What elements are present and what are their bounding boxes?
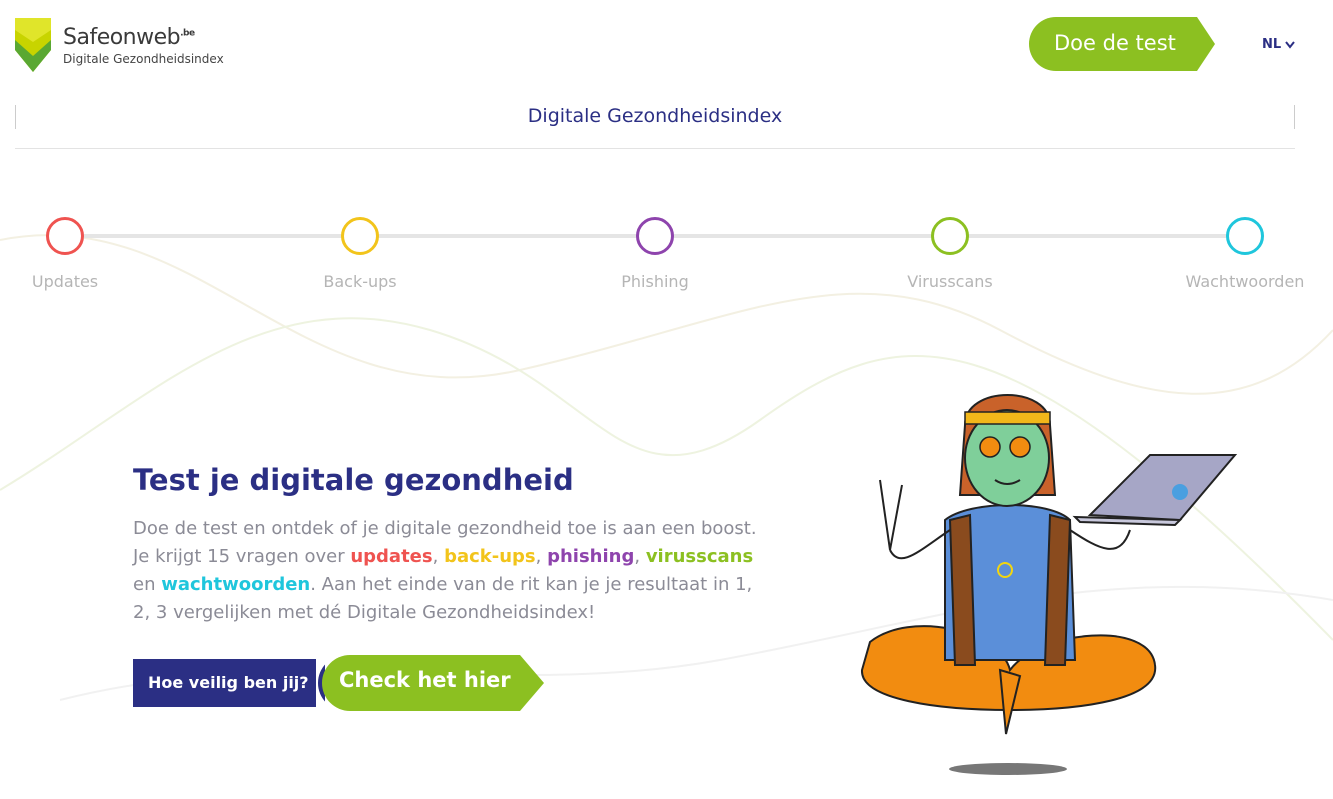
keyword-phishing: phishing	[547, 546, 635, 567]
brand-name: Safeonweb.be	[63, 25, 195, 50]
step-wachtwoorden[interactable]: Wachtwoorden	[1165, 217, 1325, 291]
meditating-hippie-illustration	[860, 394, 1238, 775]
brand-subtitle: Digitale Gezondheidsindex	[63, 52, 224, 66]
step-label: Wachtwoorden	[1185, 272, 1305, 291]
question-label: Hoe veilig ben jij?	[133, 659, 325, 707]
take-test-label: Doe de test	[1054, 31, 1176, 55]
check-here-label: Check het hier	[339, 668, 511, 692]
step-label: Back-ups	[323, 272, 397, 291]
language-selector[interactable]: NL	[1262, 37, 1295, 52]
keyword-wachtwoorden: wachtwoorden	[161, 574, 311, 595]
shield-logo-icon	[15, 18, 51, 72]
keyword-backups: back-ups	[444, 546, 536, 567]
step-dot	[1226, 217, 1264, 255]
safeonweb-logo[interactable]: Safeonweb.be Digitale Gezondheidsindex	[15, 18, 224, 72]
step-backups[interactable]: Back-ups	[280, 217, 440, 291]
step-label: Virusscans	[907, 272, 993, 291]
step-dot	[636, 217, 674, 255]
keyword-virusscans: virusscans	[645, 546, 754, 567]
chevron-down-icon	[1285, 40, 1295, 49]
step-virusscans[interactable]: Virusscans	[870, 217, 1030, 291]
step-dot	[341, 217, 379, 255]
step-phishing[interactable]: Phishing	[575, 217, 735, 291]
check-here-button[interactable]: Check het hier	[316, 655, 546, 711]
hero-title: Test je digitale gezondheid	[133, 463, 574, 497]
keyword-updates: updates	[350, 546, 433, 567]
step-updates[interactable]: Updates	[0, 217, 145, 291]
hero-description: Doe de test en ontdek of je digitale gez…	[133, 518, 757, 623]
step-dot	[46, 217, 84, 255]
take-test-button[interactable]: Doe de test	[1029, 17, 1215, 71]
step-label: Phishing	[621, 272, 689, 291]
language-label: NL	[1262, 37, 1282, 52]
step-label: Updates	[31, 272, 99, 291]
sub-navigation: Digitale Gezondheidsindex	[15, 101, 1295, 149]
step-dot	[931, 217, 969, 255]
sub-nav-title[interactable]: Digitale Gezondheidsindex	[15, 105, 1295, 127]
